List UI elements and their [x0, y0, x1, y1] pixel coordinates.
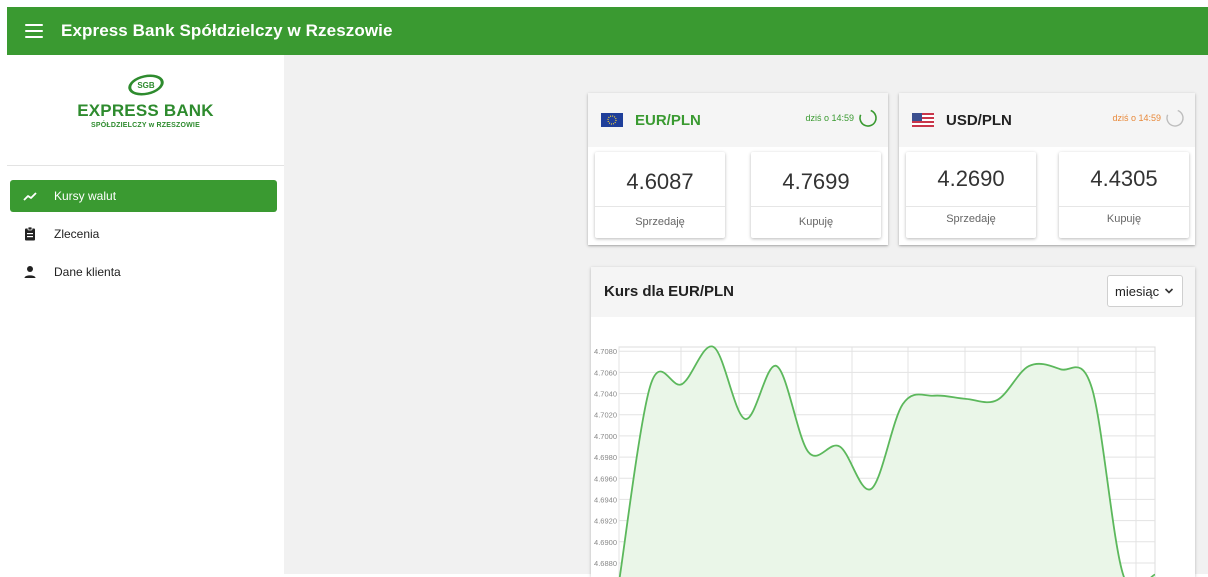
y-tick-label: 4.6920 [594, 517, 617, 526]
divider [1059, 206, 1189, 207]
chart-card: Kurs dla EUR/PLN miesiąc 4.7080 4.7060 4.7… [591, 267, 1195, 577]
sidebar-divider [7, 165, 284, 166]
logo-name: EXPRESS BANK [77, 101, 214, 120]
sell-rate-value: 4.6087 [626, 169, 694, 194]
refresh-progress-icon [1166, 109, 1184, 127]
sell-rate-box[interactable]: 4.2690 Sprzedaję [906, 152, 1036, 238]
rate-chart: 4.7080 4.7060 4.7040 4.7020 4.7000 4.6980 4.69… [594, 345, 1156, 577]
period-select-value: miesiąc [1115, 283, 1160, 299]
data-point [965, 398, 967, 400]
y-tick-label: 4.7060 [594, 368, 617, 377]
y-tick-label: 4.7000 [594, 432, 617, 441]
sgb-seal-icon: SGB [127, 74, 164, 96]
sidebar-item-label: Kursy walut [54, 189, 117, 203]
data-point [649, 384, 651, 386]
rate-timestamp: dziś o 14:59 [805, 113, 854, 123]
sell-rate-value: 4.2690 [937, 166, 1005, 191]
clipboard-icon [22, 226, 38, 242]
y-tick-label: 4.6940 [594, 495, 617, 504]
buy-rate-value: 4.4305 [1090, 166, 1158, 191]
data-point [775, 365, 777, 367]
divider [906, 206, 1036, 207]
sidebar-nav: Kursy walut Zlecenia Dane klienta [10, 180, 277, 294]
data-point [1028, 365, 1030, 367]
data-point [996, 399, 998, 401]
divider [595, 206, 725, 207]
sidebar-item-dane-klienta[interactable]: Dane klienta [10, 256, 277, 288]
chevron-down-icon [1164, 288, 1174, 294]
sidebar-item-label: Dane klienta [54, 265, 121, 279]
data-point [712, 346, 714, 348]
data-point [1122, 574, 1124, 576]
sidebar-item-label: Zlecenia [54, 227, 100, 241]
y-tick-label: 4.6960 [594, 474, 617, 483]
currency-pair: USD/PLN [946, 111, 1012, 129]
person-icon [22, 264, 38, 280]
sell-rate-label: Sprzedaję [635, 216, 685, 228]
eu-flag-icon [601, 113, 623, 127]
main-content: EUR/PLN dziś o 14:59 4.6087 Sprzedaję 4.… [284, 55, 1208, 577]
sell-rate-box[interactable]: 4.6087 Sprzedaję [595, 152, 725, 238]
sell-rate-label: Sprzedaję [946, 213, 996, 225]
divider [751, 206, 881, 207]
buy-rate-label: Kupuję [798, 216, 834, 228]
y-tick-label: 4.6980 [594, 453, 617, 462]
y-tick-label: 4.6900 [594, 538, 617, 547]
data-point [744, 418, 746, 420]
logo-subtitle: SPÓŁDZIELCZY w RZESZOWIE [91, 122, 200, 129]
top-app-bar: Express Bank Spółdzielczy w Rzeszowie [7, 7, 1208, 55]
data-point [933, 394, 935, 396]
period-select[interactable]: miesiąc [1107, 275, 1183, 307]
rate-timestamp: dziś o 14:59 [1112, 113, 1161, 123]
data-point [870, 488, 872, 490]
menu-icon[interactable] [25, 24, 43, 38]
refresh-progress-icon [859, 109, 877, 127]
y-tick-label: 4.7040 [594, 390, 617, 399]
y-tick-label: 4.6880 [594, 559, 617, 568]
rate-card-header: EUR/PLN dziś o 14:59 [588, 93, 888, 147]
sgb-seal-text: SGB [137, 81, 155, 90]
sidebar: SGB EXPRESS BANK SPÓŁDZIELCZY w RZESZOWI… [7, 55, 284, 574]
rate-card-usd-pln: USD/PLN dziś o 14:59 4.2690 Sprzedaję 4.… [899, 93, 1195, 245]
us-flag-icon [912, 113, 934, 127]
data-point [1091, 387, 1093, 389]
buy-rate-value: 4.7699 [782, 169, 850, 194]
buy-rate-box[interactable]: 4.7699 Kupuję [751, 152, 881, 238]
chart-card-header: Kurs dla EUR/PLN miesiąc [591, 267, 1195, 317]
data-point [807, 451, 809, 453]
buy-rate-box[interactable]: 4.4305 Kupuję [1059, 152, 1189, 238]
bank-logo: SGB EXPRESS BANK SPÓŁDZIELCZY w RZESZOWI… [7, 73, 284, 129]
currency-pair: EUR/PLN [635, 111, 701, 129]
y-tick-label: 4.7020 [594, 411, 617, 420]
rate-card-header: USD/PLN dziś o 14:59 [899, 93, 1195, 147]
buy-rate-label: Kupuję [1106, 213, 1142, 225]
y-tick-label: 4.7080 [594, 347, 617, 356]
data-point [839, 445, 841, 447]
rate-card-eur-pln: EUR/PLN dziś o 14:59 4.6087 Sprzedaję 4.… [588, 93, 888, 245]
data-point [1059, 368, 1061, 370]
app-title: Express Bank Spółdzielczy w Rzeszowie [61, 21, 393, 40]
sidebar-item-zlecenia[interactable]: Zlecenia [10, 218, 277, 250]
trending-up-icon [22, 188, 38, 204]
sidebar-item-kursy-walut[interactable]: Kursy walut [10, 180, 277, 212]
data-point [681, 383, 683, 385]
chart-title: Kurs dla EUR/PLN [604, 283, 735, 300]
data-point [902, 403, 904, 405]
